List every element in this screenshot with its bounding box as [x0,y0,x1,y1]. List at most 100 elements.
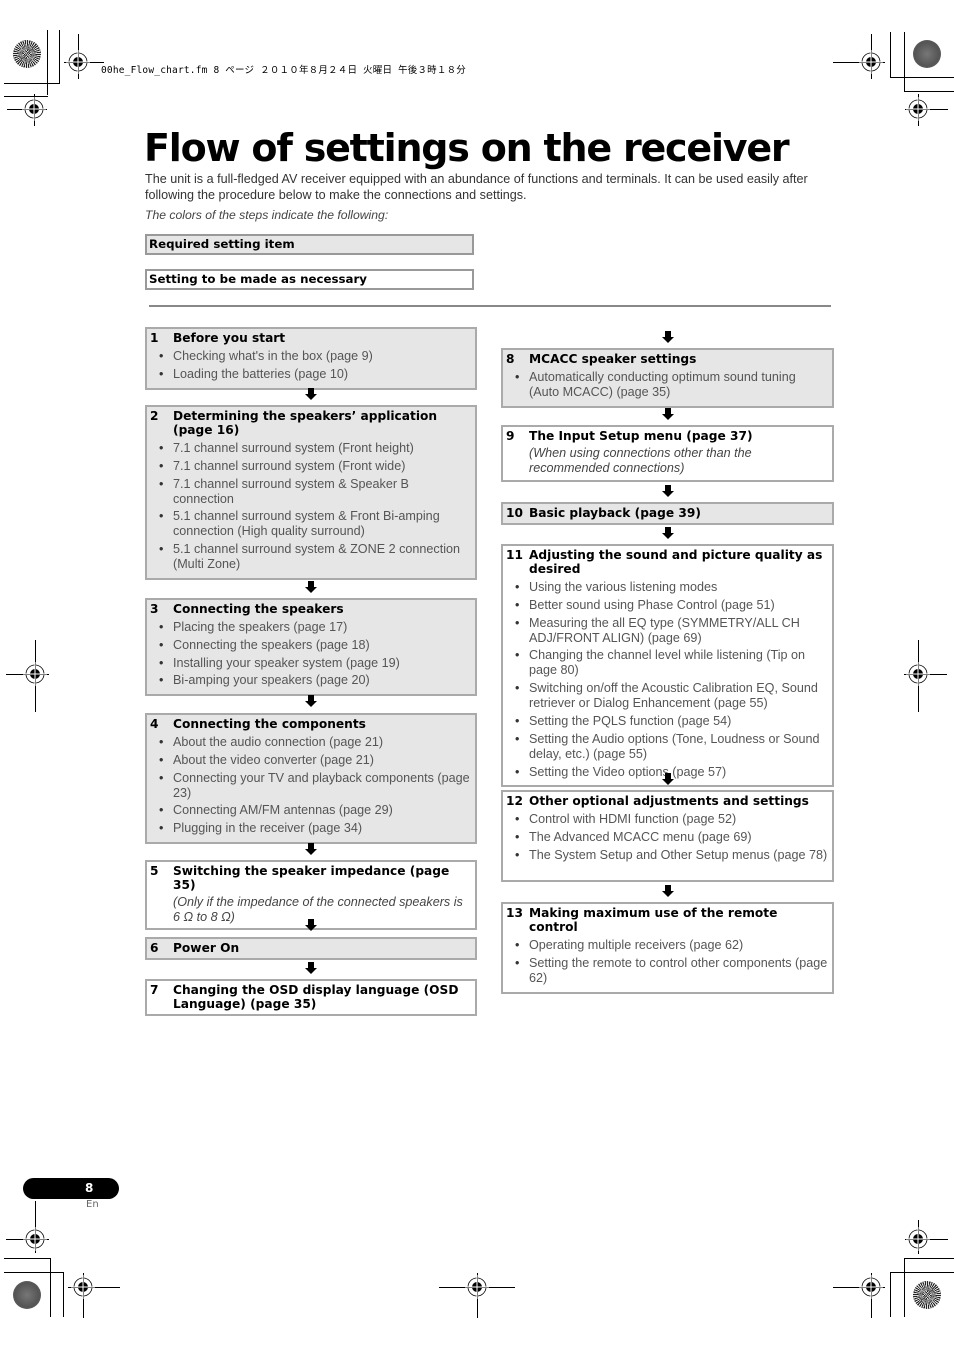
step-1: 1 Before you start Checking what's in the … [145,327,477,390]
registration-target-icon [23,1227,47,1251]
list-item: 7.1 channel surround system (Front wide) [150,459,472,474]
crop-line [904,1258,954,1259]
list-item: Connecting your TV and playback componen… [150,771,472,801]
crop-line [890,77,954,78]
down-arrow-icon [662,408,674,420]
intro-text: The unit is a full-fledged AV receiver e… [145,172,808,202]
legend-optional: Setting to be made as necessary [145,269,474,290]
down-arrow-icon [305,843,317,855]
registration-target-icon [465,1275,489,1299]
step-4: 4 Connecting the components About the audi… [145,713,477,844]
step-header: 9 The Input Setup menu (page 37) [506,429,829,443]
page-language: En [86,1199,99,1210]
down-arrow-icon [662,773,674,785]
step-title: MCACC speaker settings [529,352,697,366]
step-9: 9 The Input Setup menu (page 37) (When usi… [501,425,834,482]
list-item: About the audio connection (page 21) [150,735,472,750]
file-header: 00he_Flow_chart.fm 8 ページ ２０１０年８月２４日 火曜日 … [101,65,466,76]
list-item: 7.1 channel surround system (Front heigh… [150,441,472,456]
step-number: 9 [506,429,515,443]
step-header: 11 Adjusting the sound and picture qualit… [506,548,829,576]
list-item: About the video converter (page 21) [150,753,472,768]
step-title: Determining the speakers’ application (p… [173,409,438,437]
list-item: Connecting the speakers (page 18) [150,638,472,653]
step-number: 13 [506,906,523,920]
step-header: 13 Making maximum use of the remote contr… [506,906,829,934]
registration-target-icon [859,1275,883,1299]
down-arrow-icon [305,388,317,400]
crop-line [890,32,891,77]
step-10: 10 Basic playback (page 39) [501,502,834,525]
step-3: 3 Connecting the speakers Placing the spea… [145,598,477,697]
step-header: 8 MCACC speaker settings [506,352,829,366]
step-title: Power On [173,941,240,955]
list-item: The System Setup and Other Setup menus (… [506,848,829,863]
step-title: Before you start [173,331,286,345]
step-7: 7 Changing the OSD display language (OSD … [145,979,477,1016]
registration-target-icon [906,97,930,121]
registration-disc-icon [13,1281,41,1309]
list-item: Switching on/off the Acoustic Calibratio… [506,681,829,711]
down-arrow-icon [662,885,674,897]
list-item: Control with HDMI function (page 52) [506,812,829,827]
crop-line [4,1272,64,1273]
crop-line [890,1272,891,1317]
crop-line [890,1272,954,1273]
divider [149,305,831,307]
step-header: 4 Connecting the components [150,717,472,731]
registration-target-icon [859,50,883,74]
step-title: Changing the OSD display language (OSD L… [173,983,459,1011]
step-12: 12 Other optional adjustments and setting… [501,790,834,882]
step-item-list: About the audio connection (page 21) Abou… [150,735,472,836]
list-item: Setting the PQLS function (page 54) [506,714,829,729]
step-number: 6 [150,941,159,955]
step-header: 5 Switching the speaker impedance (page 3… [150,864,472,892]
step-2: 2 Determining the speakers’ application (… [145,405,477,580]
step-title: Other optional adjustments and settings [529,794,809,808]
down-arrow-icon [305,919,317,931]
step-note: (Only if the impedance of the connected … [173,895,463,924]
step-item-list: Placing the speakers (page 17) Connecting… [150,620,472,688]
step-item-list: Using the various listening modes Better … [506,580,829,780]
registration-target-icon [906,1227,930,1251]
step-title: Connecting the speakers [173,602,344,616]
legend-note: The colors of the steps indicate the fol… [145,208,389,222]
list-item: Placing the speakers (page 17) [150,620,472,635]
down-arrow-icon [305,581,317,593]
list-item: Setting the remote to control other comp… [506,956,829,986]
step-title: The Input Setup menu (page 37) [529,429,753,443]
step-number: 2 [150,409,159,423]
step-header: 3 Connecting the speakers [150,602,472,616]
step-number: 8 [506,352,515,366]
list-item: Connecting AM/FM antennas (page 29) [150,803,472,818]
down-arrow-icon [305,695,317,707]
step-item-list: Control with HDMI function (page 52) The … [506,812,829,863]
registration-disc-icon [913,1281,941,1309]
step-number: 4 [150,717,159,731]
step-item-list: 7.1 channel surround system (Front heigh… [150,441,472,572]
registration-disc-icon [913,40,941,68]
step-header: 1 Before you start [150,331,472,345]
list-item: Measuring the all EQ type (SYMMETRY/ALL … [506,616,829,646]
registration-target-icon [23,662,47,686]
step-item-list: Automatically conducting optimum sound t… [506,370,829,400]
list-item: Operating multiple receivers (page 62) [506,938,829,953]
list-item: The Advanced MCACC menu (page 69) [506,830,829,845]
crop-line [63,1272,64,1317]
list-item: Installing your speaker system (page 19) [150,656,472,671]
step-header: 10 Basic playback (page 39) [506,506,829,520]
step-number: 1 [150,331,159,345]
down-arrow-icon [662,485,674,497]
step-number: 3 [150,602,159,616]
registration-target-icon [66,50,90,74]
page-title: Flow of settings on the receiver [144,126,790,170]
list-item: Checking what's in the box (page 9) [150,349,472,364]
list-item: Setting the Audio options (Tone, Loudnes… [506,732,829,762]
step-title: Switching the speaker impedance (page 35… [173,864,450,892]
step-note: (When using connections other than the r… [529,446,752,475]
step-header: 6 Power On [150,941,472,955]
registration-target-icon [71,1275,95,1299]
down-arrow-icon [305,962,317,974]
step-number: 11 [506,548,523,562]
step-title: Adjusting the sound and picture quality … [529,548,823,576]
